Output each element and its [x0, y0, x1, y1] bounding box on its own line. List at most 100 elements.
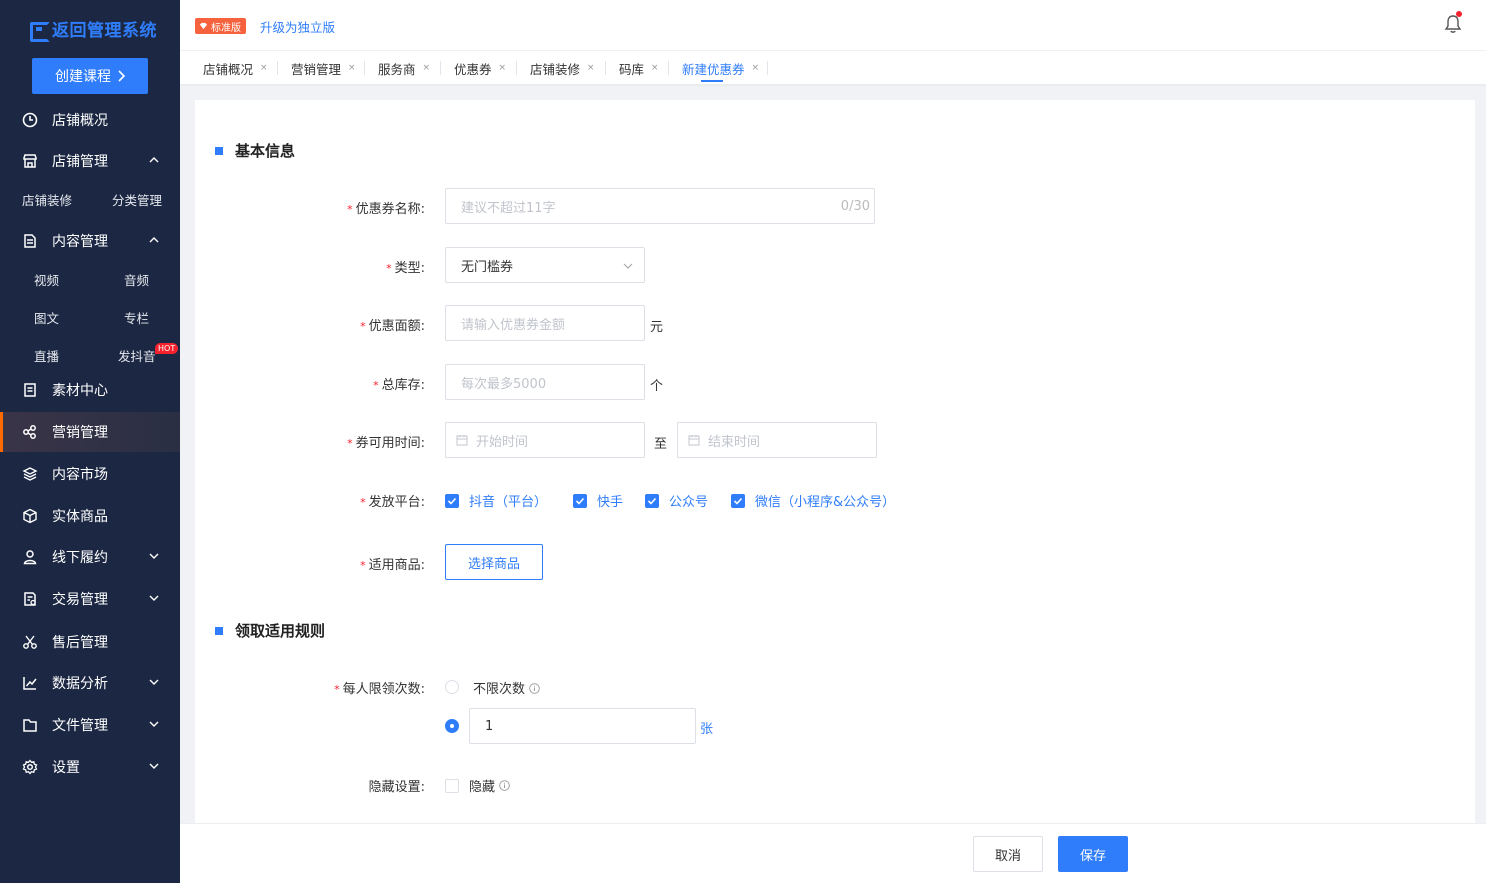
platform-checkbox-kuaishou[interactable]: 快手 — [573, 491, 623, 510]
sidebar-sub-article[interactable]: 图文 — [34, 308, 59, 327]
info-icon[interactable] — [529, 683, 540, 694]
gear-icon — [22, 759, 38, 775]
tab-divider — [668, 61, 669, 75]
platform-label: * 发放平台: — [360, 495, 425, 510]
start-time-picker[interactable]: 开始时间 — [445, 422, 645, 458]
sidebar-item-material-center[interactable]: 素材中心 — [0, 370, 180, 410]
coupon-amount-input[interactable]: 请输入优惠券金额 — [445, 305, 645, 341]
chevron-down-icon — [149, 721, 159, 727]
logo-icon — [30, 21, 50, 42]
char-counter: 0/30 — [840, 198, 870, 214]
time-separator: 至 — [654, 437, 668, 452]
save-button[interactable]: 保存 — [1058, 836, 1128, 872]
chevron-down-icon — [149, 679, 159, 685]
coupon-name-input[interactable]: 建议不超过11字 0/30 — [445, 188, 875, 224]
user-icon — [22, 549, 38, 565]
close-icon[interactable]: × — [260, 63, 268, 73]
upgrade-link[interactable]: 升级为独立版 — [260, 17, 335, 36]
sidebar-item-settings[interactable]: 设置 — [0, 747, 180, 787]
radio-limited[interactable] — [445, 719, 459, 733]
sidebar-sub-douyin[interactable]: 发抖音 — [118, 346, 156, 365]
tab-store-decoration[interactable]: 店铺装修 × — [530, 51, 595, 85]
section-basic-info: 基本信息 — [215, 140, 295, 161]
sidebar-item-store-management[interactable]: 店铺管理 — [0, 141, 180, 181]
edition-badge: 标准版 — [195, 18, 246, 34]
scissors-icon — [22, 634, 38, 650]
tab-bar: 店铺概况 × 营销管理 × 服务商 × 优惠券 × 店铺装修 × 码库 × 新建优惠券 × — [180, 51, 1486, 85]
topbar: 标准版 升级为独立版 — [180, 0, 1486, 51]
close-icon[interactable]: × — [587, 63, 595, 73]
sidebar-sub-store-decoration[interactable]: 店铺装修 — [22, 190, 72, 209]
sidebar-item-data-analysis[interactable]: 数据分析 — [0, 663, 180, 703]
tab-marketing[interactable]: 营销管理 × — [291, 51, 356, 85]
create-course-button[interactable]: 创建课程 — [32, 58, 148, 94]
tab-store-overview[interactable]: 店铺概况 × — [203, 51, 268, 85]
hide-checkbox[interactable]: 隐藏 — [445, 776, 510, 795]
stock-unit: 个 — [650, 379, 664, 394]
end-time-picker[interactable]: 结束时间 — [677, 422, 877, 458]
diamond-icon — [199, 22, 208, 30]
close-icon[interactable]: × — [499, 63, 507, 73]
radio-unlimited[interactable] — [445, 680, 459, 694]
app-title: 返回管理系统 — [52, 21, 157, 41]
tab-divider — [516, 61, 517, 75]
tab-divider — [605, 61, 606, 75]
chevron-right-icon — [118, 70, 125, 82]
coupon-type-label: * 类型: — [386, 261, 425, 276]
coupon-name-label: * 优惠券名称: — [347, 202, 425, 217]
sidebar: 返回管理系统 创建课程 店铺概况 店铺管理 店铺装修 分类管理 内容管理 视频 … — [0, 0, 180, 883]
chevron-down-icon — [149, 763, 159, 769]
total-stock-input[interactable]: 每次最多5000 — [445, 364, 645, 400]
clock-pie-icon — [22, 112, 38, 128]
sidebar-sub-audio[interactable]: 音频 — [124, 270, 149, 289]
tab-divider — [364, 61, 365, 75]
goods-label: * 适用商品: — [360, 558, 425, 573]
tab-new-coupon[interactable]: 新建优惠券 × — [682, 51, 759, 85]
valid-time-label: * 券可用时间: — [347, 436, 425, 451]
sidebar-item-physical-goods[interactable]: 实体商品 — [0, 496, 180, 536]
chevron-down-icon — [149, 595, 159, 601]
checkbox-checked-icon — [645, 493, 659, 508]
sidebar-item-offline-fulfillment[interactable]: 线下履约 — [0, 537, 180, 577]
checkbox-checked-icon — [573, 493, 587, 508]
sidebar-item-trade-management[interactable]: 交易管理 — [0, 579, 180, 619]
sidebar-sub-category[interactable]: 分类管理 — [112, 190, 162, 209]
sidebar-item-content-market[interactable]: 内容市场 — [0, 454, 180, 494]
sidebar-sub-video[interactable]: 视频 — [34, 270, 59, 289]
section-claim-rules: 领取适用规则 — [215, 620, 325, 641]
sidebar-sub-column[interactable]: 专栏 — [124, 308, 149, 327]
chart-icon — [22, 675, 38, 691]
chevron-down-icon — [149, 553, 159, 559]
chevron-up-icon — [149, 157, 159, 163]
info-icon[interactable] — [499, 780, 510, 791]
total-stock-label: * 总库存: — [373, 378, 425, 393]
platform-checkbox-douyin[interactable]: 抖音（平台） — [445, 491, 547, 510]
section-marker — [215, 146, 223, 155]
platform-checkbox-wechat[interactable]: 微信（小程序&公众号） — [731, 491, 895, 510]
sidebar-sub-live[interactable]: 直播 — [34, 346, 59, 365]
tab-divider — [767, 61, 768, 75]
cancel-button[interactable]: 取消 — [973, 836, 1043, 872]
platform-checkbox-official-account[interactable]: 公众号 — [645, 491, 708, 510]
amount-unit: 元 — [650, 320, 664, 335]
select-goods-button[interactable]: 选择商品 — [445, 544, 543, 580]
tab-coupon[interactable]: 优惠券 × — [454, 51, 506, 85]
section-marker — [215, 626, 223, 635]
tab-code-library[interactable]: 码库 × — [619, 51, 659, 85]
sidebar-item-marketing[interactable]: 营销管理 — [0, 412, 180, 452]
close-icon[interactable]: × — [651, 63, 659, 73]
tab-service-provider[interactable]: 服务商 × — [378, 51, 430, 85]
close-icon[interactable]: × — [752, 63, 760, 73]
close-icon[interactable]: × — [348, 63, 356, 73]
folder-icon — [22, 717, 38, 733]
hide-setting-label: 隐藏设置: — [368, 780, 425, 795]
sidebar-item-after-sales[interactable]: 售后管理 — [0, 622, 180, 662]
close-icon[interactable]: × — [423, 63, 431, 73]
content-icon — [22, 233, 38, 249]
sidebar-item-content-management[interactable]: 内容管理 — [0, 221, 180, 261]
app-logo[interactable]: 返回管理系统 — [30, 16, 157, 42]
coupon-type-select[interactable]: 无门槛券 — [445, 247, 645, 283]
sidebar-item-store-overview[interactable]: 店铺概况 — [0, 100, 180, 140]
sidebar-item-file-management[interactable]: 文件管理 — [0, 705, 180, 745]
limit-count-input[interactable]: 1 — [469, 708, 696, 744]
